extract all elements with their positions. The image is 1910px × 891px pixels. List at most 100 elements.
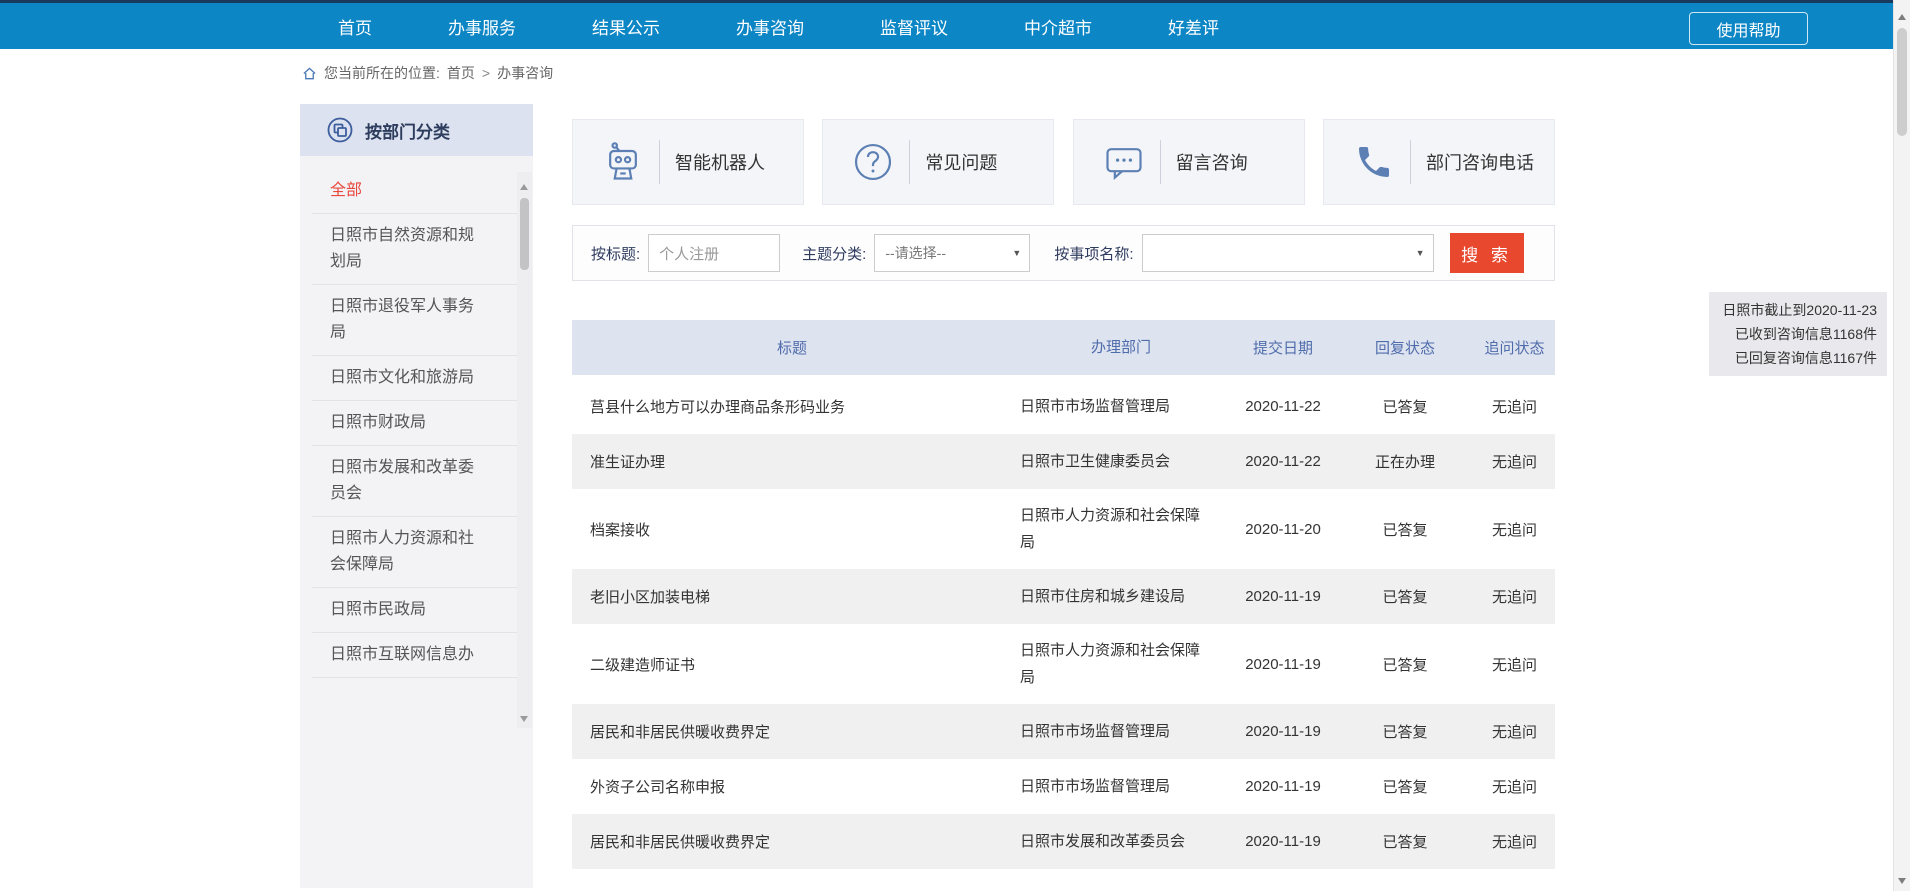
row-date: 2020-11-19 xyxy=(1230,569,1336,624)
sidebar-item-natural-resources[interactable]: 日照市自然资源和规划局 xyxy=(312,214,521,285)
page-scrollbar[interactable] xyxy=(1893,0,1910,891)
department-sidebar: 按部门分类 全部 日照市自然资源和规划局 日照市退役军人事务局 日照市文化和旅游… xyxy=(300,104,533,888)
row-department: 日照市市场监督管理局 xyxy=(1012,759,1230,814)
row-follow-status: 无追问 xyxy=(1474,489,1555,569)
scrollbar-thumb[interactable] xyxy=(520,198,529,270)
card-label: 留言咨询 xyxy=(1176,149,1248,175)
row-reply-status: 已答复 xyxy=(1336,624,1474,704)
scroll-up-icon[interactable] xyxy=(520,184,528,190)
row-title[interactable]: 居民和非居民供暖收费界定 xyxy=(572,814,1012,869)
question-icon xyxy=(849,140,897,184)
sidebar-item-development-reform[interactable]: 日照市发展和改革委员会 xyxy=(312,446,521,517)
sidebar-header: 按部门分类 xyxy=(300,104,533,156)
nav-item-supervision[interactable]: 监督评议 xyxy=(880,14,948,39)
row-date: 2020-11-19 xyxy=(1230,624,1336,704)
divider xyxy=(1410,140,1411,184)
breadcrumb-home[interactable]: 首页 xyxy=(447,63,475,83)
title-search-label: 按标题: xyxy=(591,243,640,264)
row-follow-status: 无追问 xyxy=(1474,704,1555,759)
search-button[interactable]: 搜 索 xyxy=(1450,233,1524,273)
nav-item-results[interactable]: 结果公示 xyxy=(592,14,660,39)
sidebar-item-civil-affairs[interactable]: 日照市民政局 xyxy=(312,588,521,633)
divider xyxy=(659,140,660,184)
smart-robot-card[interactable]: 智能机器人 xyxy=(572,119,804,205)
sidebar-item-human-resources[interactable]: 日照市人力资源和社会保障局 xyxy=(312,517,521,588)
main-content: 智能机器人 常见问题 xyxy=(572,119,1555,869)
consultation-stats: 日照市截止到2020-11-23 已收到咨询信息1168件 已回复咨询信息116… xyxy=(1709,292,1887,376)
faq-card[interactable]: 常见问题 xyxy=(822,119,1054,205)
row-date: 2020-11-19 xyxy=(1230,704,1336,759)
row-department: 日照市市场监督管理局 xyxy=(1012,379,1230,434)
nav-item-services[interactable]: 办事服务 xyxy=(448,14,516,39)
row-reply-status: 已答复 xyxy=(1336,704,1474,759)
row-title[interactable]: 居民和非居民供暖收费界定 xyxy=(572,704,1012,759)
row-follow-status: 无追问 xyxy=(1474,379,1555,434)
nav-item-rating[interactable]: 好差评 xyxy=(1168,14,1219,39)
search-bar: 按标题: 主题分类: --请选择-- ▼ 按事项名称: ▼ 搜 索 xyxy=(572,225,1555,281)
scroll-down-icon[interactable] xyxy=(1898,878,1906,884)
category-select[interactable]: --请选择-- ▼ xyxy=(874,234,1030,272)
scroll-down-icon[interactable] xyxy=(520,716,528,722)
row-follow-status: 无追问 xyxy=(1474,814,1555,869)
sidebar-item-culture-tourism[interactable]: 日照市文化和旅游局 xyxy=(312,356,521,401)
row-date: 2020-11-19 xyxy=(1230,814,1336,869)
phone-consult-card[interactable]: 部门咨询电话 xyxy=(1323,119,1555,205)
col-header-department: 办理部门 xyxy=(1012,334,1230,361)
sidebar-item-finance[interactable]: 日照市财政局 xyxy=(312,401,521,446)
table-row[interactable]: 二级建造师证书 日照市人力资源和社会保障局 2020-11-19 已答复 无追问 xyxy=(572,624,1555,704)
title-search-input[interactable] xyxy=(648,234,780,272)
col-header-date: 提交日期 xyxy=(1230,337,1336,358)
row-follow-status: 无追问 xyxy=(1474,624,1555,704)
card-label: 智能机器人 xyxy=(675,149,765,175)
robot-icon xyxy=(599,140,647,184)
table-row[interactable]: 外资子公司名称申报 日照市市场监督管理局 2020-11-19 已答复 无追问 xyxy=(572,759,1555,814)
row-date: 2020-11-19 xyxy=(1230,759,1336,814)
scroll-up-icon[interactable] xyxy=(1898,14,1906,20)
row-reply-status: 已答复 xyxy=(1336,489,1474,569)
row-date: 2020-11-22 xyxy=(1230,379,1336,434)
nav-items: 首页 办事服务 结果公示 办事咨询 监督评议 中介超市 好差评 xyxy=(0,14,1219,39)
row-title[interactable]: 准生证办理 xyxy=(572,434,1012,489)
row-reply-status: 正在办理 xyxy=(1336,434,1474,489)
table-row[interactable]: 准生证办理 日照市卫生健康委员会 2020-11-22 正在办理 无追问 xyxy=(572,434,1555,489)
divider xyxy=(1160,140,1161,184)
row-department: 日照市住房和城乡建设局 xyxy=(1012,569,1230,624)
home-icon xyxy=(302,66,317,81)
nav-item-consultation[interactable]: 办事咨询 xyxy=(736,14,804,39)
leave-message-card[interactable]: 留言咨询 xyxy=(1073,119,1305,205)
table-row[interactable]: 老旧小区加装电梯 日照市住房和城乡建设局 2020-11-19 已答复 无追问 xyxy=(572,569,1555,624)
chevron-down-icon: ▼ xyxy=(1012,248,1021,258)
quick-link-cards: 智能机器人 常见问题 xyxy=(572,119,1555,205)
nav-item-home[interactable]: 首页 xyxy=(338,14,372,39)
phone-icon xyxy=(1350,142,1398,182)
row-title[interactable]: 外资子公司名称申报 xyxy=(572,759,1012,814)
table-row[interactable]: 莒县什么地方可以办理商品条形码业务 日照市市场监督管理局 2020-11-22 … xyxy=(572,379,1555,434)
row-reply-status: 已答复 xyxy=(1336,569,1474,624)
category-label: 主题分类: xyxy=(802,243,866,264)
row-title[interactable]: 莒县什么地方可以办理商品条形码业务 xyxy=(572,379,1012,434)
row-title[interactable]: 档案接收 xyxy=(572,489,1012,569)
table-row[interactable]: 居民和非居民供暖收费界定 日照市市场监督管理局 2020-11-19 已答复 无… xyxy=(572,704,1555,759)
help-button[interactable]: 使用帮助 xyxy=(1689,12,1808,45)
sidebar-scrollbar[interactable] xyxy=(517,172,532,728)
table-row[interactable]: 居民和非居民供暖收费界定 日照市发展和改革委员会 2020-11-19 已答复 … xyxy=(572,814,1555,869)
breadcrumb: 您当前所在的位置: 首页 > 办事咨询 xyxy=(302,63,553,83)
category-select-value: --请选择-- xyxy=(885,243,946,263)
sidebar-item-veterans-affairs[interactable]: 日照市退役军人事务局 xyxy=(312,285,521,356)
nav-item-agency-market[interactable]: 中介超市 xyxy=(1024,14,1092,39)
table-row[interactable]: 档案接收 日照市人力资源和社会保障局 2020-11-20 已答复 无追问 xyxy=(572,489,1555,569)
scrollbar-thumb[interactable] xyxy=(1897,28,1907,136)
card-label: 常见问题 xyxy=(925,149,997,175)
row-title[interactable]: 二级建造师证书 xyxy=(572,624,1012,704)
sidebar-item-internet-info[interactable]: 日照市互联网信息办 xyxy=(312,633,521,678)
table-body: 莒县什么地方可以办理商品条形码业务 日照市市场监督管理局 2020-11-22 … xyxy=(572,379,1555,869)
stats-line: 已收到咨询信息1168件 xyxy=(1713,322,1877,346)
sidebar-item-all[interactable]: 全部 xyxy=(312,169,521,214)
chevron-down-icon: ▼ xyxy=(1416,248,1425,258)
row-department: 日照市市场监督管理局 xyxy=(1012,704,1230,759)
sidebar-title: 按部门分类 xyxy=(365,118,450,143)
row-reply-status: 已答复 xyxy=(1336,379,1474,434)
breadcrumb-prefix: 您当前所在的位置: xyxy=(324,63,440,83)
item-name-select[interactable]: ▼ xyxy=(1142,234,1434,272)
row-title[interactable]: 老旧小区加装电梯 xyxy=(572,569,1012,624)
